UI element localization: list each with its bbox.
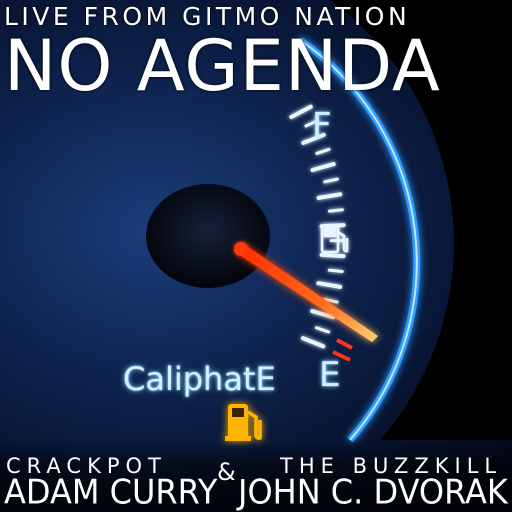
gauge-tick (289, 104, 313, 119)
fuel-pump-icon (320, 224, 349, 254)
host-left-name: ADAM CURRY (4, 472, 218, 512)
gauge-full-label: F (312, 106, 332, 146)
gauge-needle (238, 244, 378, 342)
credits-ampersand: & (217, 458, 236, 486)
gauge-tick (319, 252, 346, 259)
gauge-empty-label: E (319, 355, 341, 395)
needle-pivot (234, 242, 248, 256)
gauge-tick (327, 268, 344, 273)
gauge-tick (323, 177, 339, 184)
show-title: NO AGENDA (4, 25, 441, 107)
gauge-caption: CaliphatE (123, 360, 276, 398)
gauge-tick (315, 147, 331, 155)
gauge-tick (300, 336, 326, 349)
gauge-hub (146, 184, 270, 288)
gauge-tick (310, 162, 336, 172)
gauge-tick (328, 208, 344, 213)
gauge-tick (314, 326, 331, 334)
gauge-tick (316, 281, 343, 289)
host-right-name: JOHN C. DVORAK (238, 472, 508, 512)
gauge-tick (316, 192, 343, 200)
fuel-warning-icon (225, 404, 262, 441)
podcast-cover-art: LIVE FROM GITMO NATION NO AGENDA F E Cal… (0, 0, 512, 512)
